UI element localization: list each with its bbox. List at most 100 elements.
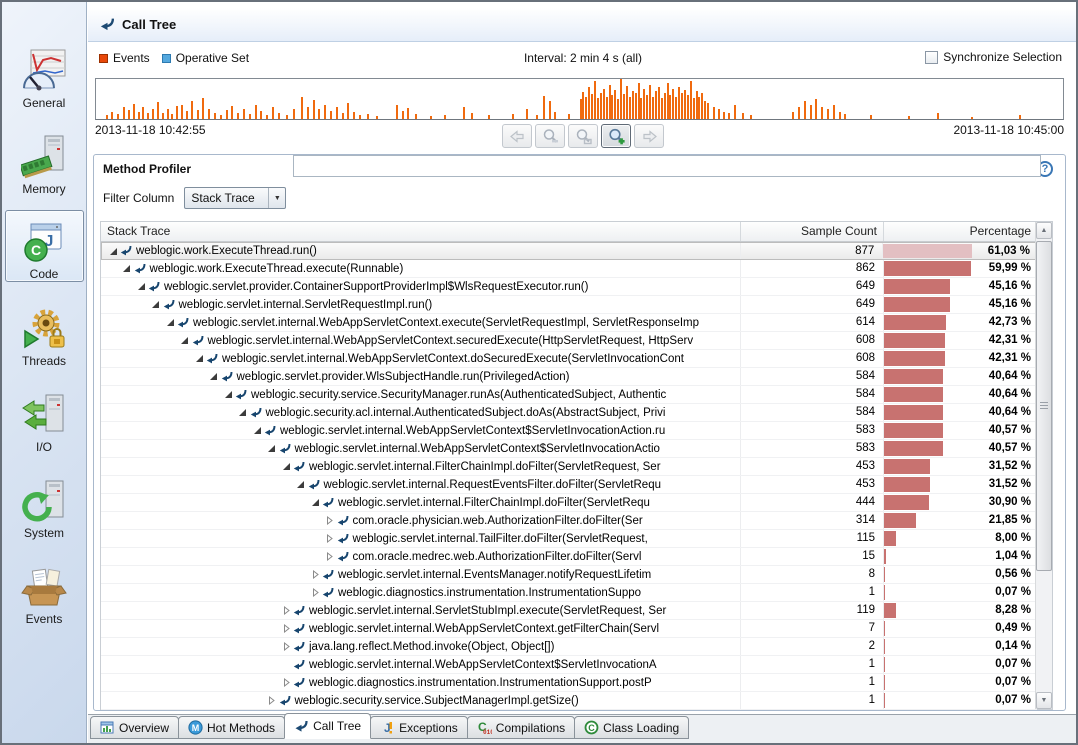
tab-compilations[interactable]: C010Compilations [467, 716, 575, 739]
expand-toggle-icon[interactable] [325, 516, 335, 525]
tree-row[interactable]: weblogic.servlet.internal.ServletRequest… [101, 296, 1037, 314]
zoom-selection-button[interactable] [568, 124, 598, 148]
event-spike [260, 111, 262, 119]
tree-row[interactable]: weblogic.work.ExecuteThread.run()87761,0… [101, 242, 1037, 260]
expand-toggle-icon[interactable] [281, 642, 291, 651]
expand-toggle-icon[interactable] [151, 300, 161, 309]
tree-row[interactable]: weblogic.servlet.internal.WebAppServletC… [101, 440, 1037, 458]
column-header-stack-trace[interactable]: Stack Trace [101, 222, 741, 241]
expand-toggle-icon[interactable] [281, 606, 291, 615]
tab-hot-methods[interactable]: MHot Methods [178, 716, 285, 739]
percentage-cell: 31,52 % [884, 476, 1037, 493]
filter-column-dropdown[interactable]: Stack Trace ▼ [184, 187, 286, 209]
tab-class-loading[interactable]: CClass Loading [574, 716, 689, 739]
stack-trace-cell: weblogic.servlet.internal.EventsManager.… [101, 566, 741, 583]
event-spike [582, 92, 584, 119]
sidebar-item-memory[interactable]: Memory [5, 124, 84, 196]
expand-toggle-icon[interactable] [136, 282, 146, 291]
tree-row[interactable]: weblogic.security.service.SecurityManage… [101, 386, 1037, 404]
tree-row[interactable]: weblogic.servlet.internal.ServletStubImp… [101, 602, 1037, 620]
tree-row[interactable]: weblogic.servlet.internal.WebAppServletC… [101, 422, 1037, 440]
expand-toggle-icon[interactable] [310, 498, 320, 507]
tab-call-tree[interactable]: Call Tree [284, 713, 371, 739]
tree-row[interactable]: weblogic.servlet.internal.WebAppServletC… [101, 314, 1037, 332]
filter-text-input[interactable] [293, 155, 1041, 177]
method-icon [293, 659, 306, 671]
expand-toggle-icon[interactable] [180, 336, 190, 345]
tree-row[interactable]: weblogic.servlet.internal.WebAppServletC… [101, 350, 1037, 368]
expand-toggle-icon[interactable] [122, 264, 132, 273]
expand-toggle-icon[interactable] [108, 247, 118, 256]
expand-toggle-icon[interactable] [325, 534, 335, 543]
tree-row[interactable]: weblogic.work.ExecuteThread.execute(Runn… [101, 260, 1037, 278]
forward-button[interactable] [634, 124, 664, 148]
tree-row[interactable]: weblogic.servlet.internal.WebAppServletC… [101, 332, 1037, 350]
tree-row[interactable]: java.lang.reflect.Method.invoke(Object, … [101, 638, 1037, 656]
expand-toggle-icon[interactable] [296, 480, 306, 489]
scrollbar-thumb[interactable] [1036, 241, 1052, 571]
tree-row[interactable]: weblogic.security.service.SubjectManager… [101, 692, 1037, 710]
event-spike [293, 109, 295, 119]
sidebar-item-general[interactable]: General [5, 38, 84, 110]
arrow-left-icon [509, 128, 526, 145]
tree-row[interactable]: weblogic.security.acl.internal.Authentic… [101, 404, 1037, 422]
expand-toggle-icon[interactable] [223, 390, 233, 399]
scroll-up-icon[interactable]: ▲ [1036, 222, 1052, 239]
event-spike [324, 105, 326, 119]
synchronize-selection[interactable]: Synchronize Selection [925, 50, 1062, 64]
expand-toggle-icon[interactable] [252, 426, 262, 435]
tree-row[interactable]: weblogic.servlet.provider.ContainerSuppo… [101, 278, 1037, 296]
expand-toggle-icon[interactable] [267, 444, 277, 453]
tree-row[interactable]: weblogic.servlet.provider.WlsSubjectHand… [101, 368, 1037, 386]
tree-row[interactable]: weblogic.servlet.internal.WebAppServletC… [101, 656, 1037, 674]
expand-toggle-icon[interactable] [310, 570, 320, 579]
event-spike [568, 114, 570, 119]
sidebar-item-threads[interactable]: Threads [5, 296, 84, 368]
expand-toggle-icon[interactable] [209, 372, 219, 381]
sidebar-item-i-o[interactable]: I/O [5, 382, 84, 454]
column-header-sample-count[interactable]: Sample Count [741, 222, 884, 241]
tree-row[interactable]: com.oracle.medrec.web.AuthorizationFilte… [101, 548, 1037, 566]
tree-row[interactable]: weblogic.servlet.internal.EventsManager.… [101, 566, 1037, 584]
percentage-cell: 42,31 % [884, 350, 1037, 367]
expand-toggle-icon[interactable] [281, 678, 291, 687]
sidebar-item-code[interactable]: JCCode [5, 210, 84, 282]
tree-row[interactable]: weblogic.servlet.internal.WebAppServletC… [101, 620, 1037, 638]
event-spike [171, 114, 173, 119]
tab-exceptions[interactable]: JExceptions [370, 716, 468, 739]
tab-label: Exceptions [399, 721, 458, 735]
sidebar-item-events[interactable]: Events [5, 554, 84, 626]
event-spike [792, 112, 794, 119]
percentage-cell: 0,49 % [884, 620, 1037, 637]
timeline-controls: Events Operative Set Interval: 2 min 4 s… [88, 46, 1078, 72]
vertical-scrollbar[interactable]: ▲ ▼ [1035, 222, 1052, 709]
tree-row[interactable]: com.oracle.physician.web.AuthorizationFi… [101, 512, 1037, 530]
scroll-down-icon[interactable]: ▼ [1036, 692, 1052, 709]
expand-toggle-icon[interactable] [238, 408, 248, 417]
tree-row[interactable]: weblogic.servlet.internal.FilterChainImp… [101, 458, 1037, 476]
zoom-in-button[interactable] [601, 124, 631, 148]
tree-row[interactable]: weblogic.diagnostics.instrumentation.Ins… [101, 584, 1037, 602]
tab-label: Compilations [496, 721, 565, 735]
expand-toggle-icon[interactable] [267, 696, 277, 705]
column-header-percentage[interactable]: Percentage [884, 222, 1037, 241]
expand-toggle-icon[interactable] [281, 624, 291, 633]
event-spike [728, 113, 730, 119]
expand-toggle-icon[interactable] [310, 588, 320, 597]
expand-toggle-icon[interactable] [194, 354, 204, 363]
sample-count: 444 [741, 494, 884, 511]
synchronize-selection-checkbox[interactable] [925, 51, 938, 64]
timeline-chart[interactable] [95, 78, 1064, 120]
zoom-out-button[interactable] [535, 124, 565, 148]
method-icon [293, 641, 306, 653]
back-button[interactable] [502, 124, 532, 148]
tree-row[interactable]: weblogic.servlet.internal.RequestEventsF… [101, 476, 1037, 494]
tree-row[interactable]: weblogic.servlet.internal.TailFilter.doF… [101, 530, 1037, 548]
sidebar-item-system[interactable]: System [5, 468, 84, 540]
expand-toggle-icon[interactable] [165, 318, 175, 327]
tab-overview[interactable]: Overview [90, 716, 179, 739]
expand-toggle-icon[interactable] [281, 462, 291, 471]
tree-row[interactable]: weblogic.diagnostics.instrumentation.Ins… [101, 674, 1037, 692]
expand-toggle-icon[interactable] [325, 552, 335, 561]
tree-row[interactable]: weblogic.servlet.internal.FilterChainImp… [101, 494, 1037, 512]
